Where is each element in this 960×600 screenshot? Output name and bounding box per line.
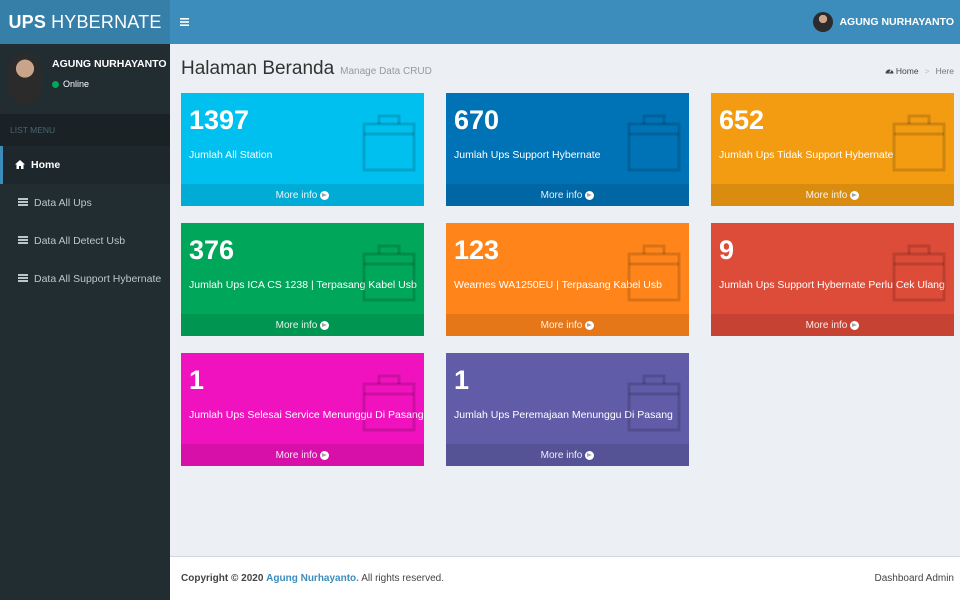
- more-info-label: More info: [805, 319, 848, 331]
- shopping-bag-icon: [362, 374, 416, 432]
- breadcrumb-here: Here: [935, 66, 954, 76]
- more-info-link[interactable]: More info: [711, 184, 954, 206]
- breadcrumb: Home > Here: [885, 66, 954, 76]
- more-info-label: More info: [275, 319, 318, 331]
- arrow-circle-right-icon: [585, 450, 595, 460]
- info-box-all-station: 1397 Jumlah All Station More info: [181, 93, 424, 206]
- sidebar-item-data-all-ups[interactable]: Data All Ups: [0, 184, 170, 222]
- home-icon: [13, 159, 27, 171]
- page-title: Halaman Beranda: [181, 58, 335, 79]
- dashboard-icon: [885, 66, 894, 76]
- main-footer: Copyright © 2020 Agung Nurhayanto. All r…: [170, 556, 960, 600]
- navbar-avatar: [813, 12, 834, 32]
- breadcrumb-home[interactable]: Home: [896, 66, 919, 76]
- user-status-label: Online: [63, 79, 90, 89]
- box-label: Jumlah All Station: [189, 149, 273, 161]
- arrow-circle-right-icon: [850, 320, 860, 330]
- more-info-label: More info: [540, 319, 583, 331]
- shopping-bag-icon: [892, 114, 946, 172]
- more-info-label: More info: [540, 449, 583, 461]
- sidebar-item-home[interactable]: Home: [0, 146, 170, 184]
- sidebar-item-label: Data All Support Hybernate: [34, 273, 162, 285]
- menu-header: LIST MENU: [0, 114, 170, 146]
- logo-bold: UPS: [8, 11, 47, 32]
- table-icon: [16, 274, 30, 284]
- rights-text: All rights reserved.: [361, 573, 444, 584]
- shopping-bag-icon: [362, 114, 416, 172]
- copyright: Copyright © 2020 Agung Nurhayanto. All r…: [181, 573, 444, 584]
- navbar-user-menu[interactable]: AGUNG NURHAYANTO: [813, 12, 954, 32]
- content-header: Halaman Beranda Manage Data CRUD: [181, 58, 432, 80]
- shopping-bag-icon: [362, 244, 416, 302]
- logo-text: HYBERNATE: [51, 11, 162, 32]
- more-info-link[interactable]: More info: [181, 184, 424, 206]
- navbar-user-name: AGUNG NURHAYANTO: [839, 16, 954, 28]
- author-link[interactable]: Agung Nurhayanto.: [266, 573, 359, 584]
- more-info-link[interactable]: More info: [181, 314, 424, 336]
- info-box-selesai-service: 1 Jumlah Ups Selesai Service Menunggu Di…: [181, 353, 424, 466]
- more-info-label: More info: [275, 189, 318, 201]
- shopping-bag-icon: [627, 244, 681, 302]
- table-icon: [16, 198, 30, 208]
- info-box-ups-tidak-support: 652 Jumlah Ups Tidak Support Hybernate M…: [711, 93, 954, 206]
- info-box-ups-ica: 376 Jumlah Ups ICA CS 1238 | Terpasang K…: [181, 223, 424, 336]
- more-info-link[interactable]: More info: [446, 314, 689, 336]
- sidebar-item-data-all-support-hybernate[interactable]: Data All Support Hybernate: [0, 260, 170, 298]
- box-label: Jumlah Ups Support Hybernate: [454, 149, 601, 161]
- box-count: 670: [454, 105, 500, 135]
- shopping-bag-icon: [627, 114, 681, 172]
- info-box-wearnes: 123 Wearnes WA1250EU | Terpasang Kabel U…: [446, 223, 689, 336]
- box-count: 376: [189, 235, 235, 265]
- breadcrumb-separator: >: [924, 66, 930, 76]
- box-count: 9: [719, 235, 735, 265]
- sidebar-item-data-all-detect-usb[interactable]: Data All Detect Usb: [0, 222, 170, 260]
- more-info-link[interactable]: More info: [181, 444, 424, 466]
- sidebar: UPS HYBERNATE AGUNG NURHAYANTO Online LI…: [0, 0, 170, 600]
- online-dot-icon: [52, 80, 59, 88]
- user-name: AGUNG NURHAYANTO: [52, 58, 167, 70]
- box-count: 1: [189, 365, 205, 395]
- info-box-perlu-cek-ulang: 9 Jumlah Ups Support Hybernate Perlu Cek…: [711, 223, 954, 336]
- user-avatar: [8, 53, 42, 105]
- more-info-link[interactable]: More info: [446, 444, 689, 466]
- box-label: Jumlah Ups Tidak Support Hybernate: [719, 149, 894, 161]
- sidebar-item-label: Data All Ups: [34, 197, 92, 209]
- user-status[interactable]: Online: [52, 79, 89, 89]
- box-count: 652: [719, 105, 765, 135]
- arrow-circle-right-icon: [585, 320, 595, 330]
- user-panel: AGUNG NURHAYANTO Online: [0, 44, 170, 114]
- footer-right-text: Dashboard Admin: [874, 573, 955, 584]
- arrow-circle-right-icon: [320, 320, 330, 330]
- more-info-label: More info: [540, 189, 583, 201]
- box-count: 1: [454, 365, 470, 395]
- top-navbar: AGUNG NURHAYANTO: [170, 0, 960, 44]
- copyright-text: Copyright © 2020: [181, 573, 264, 584]
- arrow-circle-right-icon: [585, 190, 595, 200]
- box-count: 1397: [189, 105, 250, 135]
- arrow-circle-right-icon: [320, 190, 330, 200]
- box-count: 123: [454, 235, 500, 265]
- info-box-ups-support-hybernate: 670 Jumlah Ups Support Hybernate More in…: [446, 93, 689, 206]
- shopping-bag-icon: [627, 374, 681, 432]
- more-info-link[interactable]: More info: [711, 314, 954, 336]
- app-logo[interactable]: UPS HYBERNATE: [0, 0, 170, 44]
- hamburger-icon[interactable]: [180, 13, 189, 29]
- sidebar-item-label: Data All Detect Usb: [34, 235, 126, 247]
- more-info-label: More info: [275, 449, 318, 461]
- shopping-bag-icon: [892, 244, 946, 302]
- sidebar-item-label: Home: [31, 159, 61, 171]
- arrow-circle-right-icon: [320, 450, 330, 460]
- more-info-link[interactable]: More info: [446, 184, 689, 206]
- table-icon: [16, 236, 30, 246]
- more-info-label: More info: [805, 189, 848, 201]
- arrow-circle-right-icon: [850, 190, 860, 200]
- page-subtitle: Manage Data CRUD: [340, 66, 432, 77]
- info-box-peremajaan: 1 Jumlah Ups Peremajaan Menunggu Di Pasa…: [446, 353, 689, 466]
